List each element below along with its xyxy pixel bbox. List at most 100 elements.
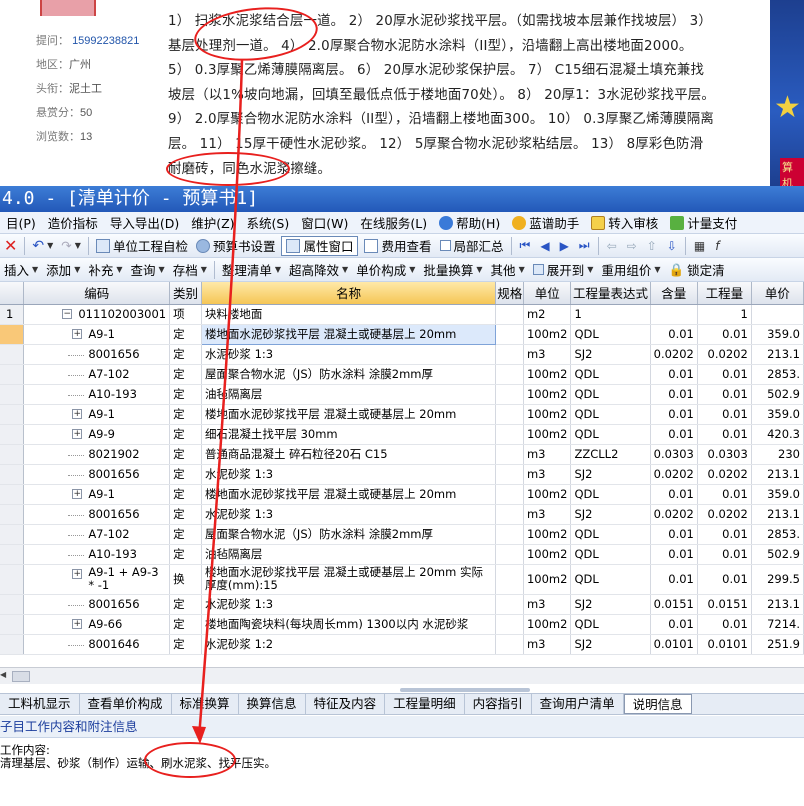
cell-qty[interactable]: 1 (697, 304, 752, 325)
expand-icon[interactable]: + (72, 618, 83, 629)
splitter-handle[interactable] (400, 688, 530, 692)
cell-price[interactable]: 359.0 (751, 404, 804, 425)
cell-qty[interactable]: 0.0101 (697, 634, 752, 655)
col-header-code[interactable]: 编码 (23, 282, 171, 305)
cell-spec[interactable] (495, 324, 524, 345)
cell-type[interactable]: 项 (169, 304, 202, 325)
cell-code[interactable]: A10-193 (23, 544, 171, 565)
cell-qty[interactable]: 0.0202 (697, 504, 752, 525)
cell-expr[interactable]: SJ2 (570, 344, 651, 365)
cell-price[interactable]: 420.3 (751, 424, 804, 445)
other-button[interactable]: 其他 ▼ (487, 260, 529, 279)
prev-icon[interactable]: ◀ (535, 239, 554, 253)
menu-project[interactable]: 目(P) (0, 213, 42, 232)
cell-spec[interactable] (495, 304, 524, 325)
menu-cost-index[interactable]: 造价指标 (42, 213, 104, 232)
row-number[interactable] (0, 364, 25, 385)
supplement-button[interactable]: 补充 ▼ (84, 260, 126, 279)
cell-code[interactable]: 8021902 (23, 444, 171, 465)
table-row[interactable]: + A9-9 定细石混凝土找平层 30mm 100m2 QDL 0.01 0.01 420.3 (0, 424, 804, 445)
cell-qty[interactable]: 0.01 (697, 324, 752, 345)
cell-content[interactable]: 0.01 (650, 524, 698, 545)
cell-name[interactable]: 水泥砂浆 1:3 (201, 504, 497, 525)
cell-type[interactable]: 定 (169, 544, 202, 565)
cell-expr[interactable]: QDL (570, 364, 651, 385)
cell-content[interactable]: 0.01 (650, 544, 698, 565)
tab-quantity-detail[interactable]: 工程量明细 (385, 694, 465, 714)
cell-price[interactable]: 213.1 (751, 594, 804, 615)
cell-unit[interactable]: 100m2 (523, 404, 572, 425)
menu-audit[interactable]: 转入审核 (585, 213, 664, 232)
cell-name[interactable]: 水泥砂浆 1:3 (201, 464, 497, 485)
scroll-thumb[interactable] (12, 671, 30, 682)
avatar[interactable] (40, 0, 96, 16)
cell-expr[interactable]: QDL (570, 384, 651, 405)
cell-content[interactable]: 0.01 (650, 484, 698, 505)
formula-icon[interactable]: f (710, 239, 724, 253)
cell-code[interactable]: A7-102 (23, 364, 171, 385)
expand-icon[interactable]: + (72, 408, 83, 419)
cell-spec[interactable] (495, 564, 524, 595)
cell-spec[interactable] (495, 444, 524, 465)
cell-expr[interactable]: QDL (570, 404, 651, 425)
menu-system[interactable]: 系统(S) (241, 213, 296, 232)
menu-maintain[interactable]: 维护(Z) (185, 213, 240, 232)
tab-user-list[interactable]: 查询用户清单 (532, 694, 624, 714)
cell-code[interactable]: A7-102 (23, 524, 171, 545)
cell-expr[interactable]: SJ2 (570, 594, 651, 615)
budget-settings-button[interactable]: 预算书设置 (192, 236, 280, 255)
expand-icon[interactable]: + (72, 488, 83, 499)
cell-price[interactable]: 251.9 (751, 634, 804, 655)
col-header-qty[interactable]: 工程量 (697, 282, 752, 305)
table-row[interactable]: A7-102 定屋面聚合物水泥（JS）防水涂料 涂膜2mm厚 100m2 QDL 0.0… (0, 524, 804, 545)
cell-code[interactable]: + A9-1 (23, 404, 171, 425)
cell-price[interactable] (751, 304, 804, 325)
cell-expr[interactable]: QDL (570, 524, 651, 545)
cell-content[interactable]: 0.0151 (650, 594, 698, 615)
row-number[interactable]: 1 (0, 304, 25, 325)
self-check-button[interactable]: 单位工程自检 (92, 236, 192, 255)
cell-unit[interactable]: 100m2 (523, 484, 572, 505)
row-number[interactable] (0, 424, 25, 445)
cell-code[interactable]: + A9-9 (23, 424, 171, 445)
row-number[interactable] (0, 504, 25, 525)
expand-icon[interactable]: + (72, 568, 83, 579)
cell-type[interactable]: 定 (169, 424, 202, 445)
cell-name[interactable]: 普通商品混凝土 碎石粒径20石 C15 (201, 444, 497, 465)
cell-code[interactable]: 8001656 (23, 464, 171, 485)
cell-type[interactable]: 换 (169, 564, 202, 595)
cell-spec[interactable] (495, 544, 524, 565)
cell-unit[interactable]: 100m2 (523, 364, 572, 385)
cell-expr[interactable]: SJ2 (570, 634, 651, 655)
height-reduction-button[interactable]: 超高降效 ▼ (285, 260, 352, 279)
cell-code[interactable]: 8001656 (23, 594, 171, 615)
cell-spec[interactable] (495, 384, 524, 405)
menu-window[interactable]: 窗口(W) (295, 213, 354, 232)
table-row[interactable]: A10-193 定油毡隔离层 100m2 QDL 0.01 0.01 502.9 (0, 544, 804, 565)
cell-name[interactable]: 屋面聚合物水泥（JS）防水涂料 涂膜2mm厚 (201, 364, 497, 385)
cell-price[interactable]: 359.0 (751, 484, 804, 505)
table-row[interactable]: A7-102 定屋面聚合物水泥（JS）防水涂料 涂膜2mm厚 100m2 QDL 0.0… (0, 364, 804, 385)
cell-unit[interactable]: 100m2 (523, 544, 572, 565)
cell-type[interactable]: 定 (169, 384, 202, 405)
cell-type[interactable]: 定 (169, 344, 202, 365)
cell-name[interactable]: 水泥砂浆 1:2 (201, 634, 497, 655)
cell-price[interactable]: 502.9 (751, 544, 804, 565)
cell-spec[interactable] (495, 524, 524, 545)
cell-content[interactable]: 0.01 (650, 404, 698, 425)
cell-code[interactable]: + A9-1 (23, 484, 171, 505)
row-number[interactable] (0, 404, 25, 425)
cell-type[interactable]: 定 (169, 484, 202, 505)
cell-name[interactable]: 水泥砂浆 1:3 (201, 344, 497, 365)
tab-description[interactable]: 说明信息 (623, 694, 692, 714)
cell-unit[interactable]: 100m2 (523, 424, 572, 445)
menu-help[interactable]: 帮助(H) (433, 213, 506, 232)
redo-button[interactable]: ↷ ▼ (57, 238, 85, 253)
cell-price[interactable]: 359.0 (751, 324, 804, 345)
archive-button[interactable]: 存档 ▼ (169, 260, 211, 279)
table-row[interactable]: 8001656 定水泥砂浆 1:3 m3 SJ2 0.0151 0.0151 213.1 (0, 594, 804, 615)
cell-qty[interactable]: 0.0151 (697, 594, 752, 615)
cell-content[interactable]: 0.01 (650, 564, 698, 595)
cell-spec[interactable] (495, 404, 524, 425)
cell-content[interactable]: 0.0202 (650, 344, 698, 365)
